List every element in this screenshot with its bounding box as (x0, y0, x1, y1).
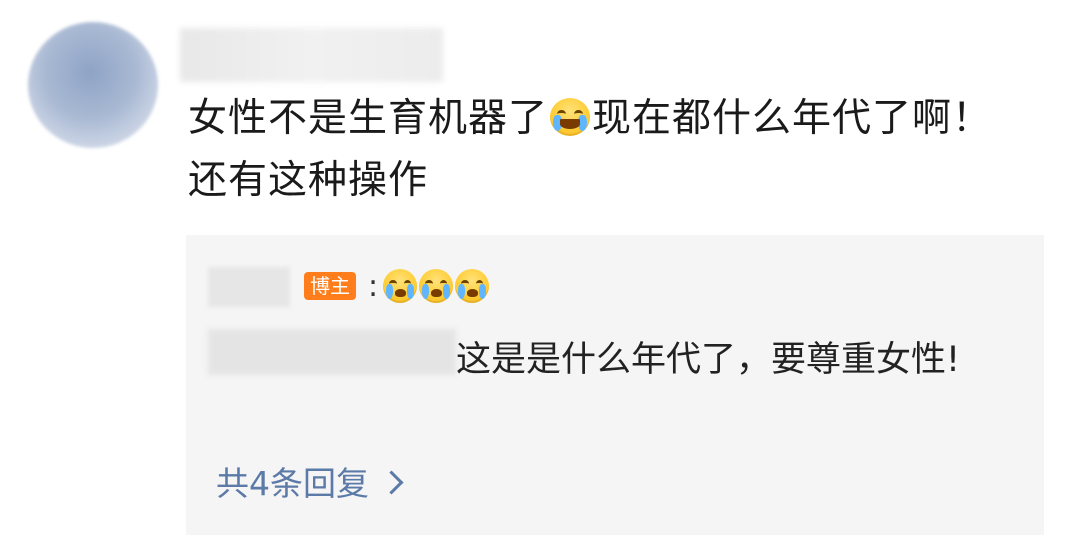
author-badge: 博主 (304, 272, 356, 300)
avatar[interactable] (28, 22, 158, 148)
more-replies-label: 共4条回复 (216, 464, 369, 503)
more-replies-link[interactable]: 共4条回复 (216, 457, 404, 505)
comment-card: 女性不是生育机器了 现在都什么年代了啊！还有这种操作 博主 : 这是是什么年代了，… (0, 0, 1080, 547)
comment-text: 女性不是生育机器了 现在都什么年代了啊！还有这种操作 (188, 88, 1028, 212)
crying-emoji-icon (383, 269, 418, 303)
laugh-cry-emoji-icon (550, 98, 591, 136)
username-redacted[interactable] (180, 28, 443, 82)
chevron-right-icon (379, 469, 404, 495)
reply-author-redacted[interactable] (208, 267, 290, 307)
comment-text-part1: 女性不是生育机器了 (188, 96, 549, 141)
crying-emoji-icon (455, 269, 490, 303)
reply-box: 博主 : 这是是什么年代了，要尊重女性! 共4条回复 (186, 235, 1044, 535)
reply-header: 博主 : (304, 268, 490, 304)
reply-text: 这是是什么年代了，要尊重女性! (456, 340, 961, 380)
reply-colon: : (368, 268, 379, 304)
crying-emoji-icon (419, 269, 454, 303)
